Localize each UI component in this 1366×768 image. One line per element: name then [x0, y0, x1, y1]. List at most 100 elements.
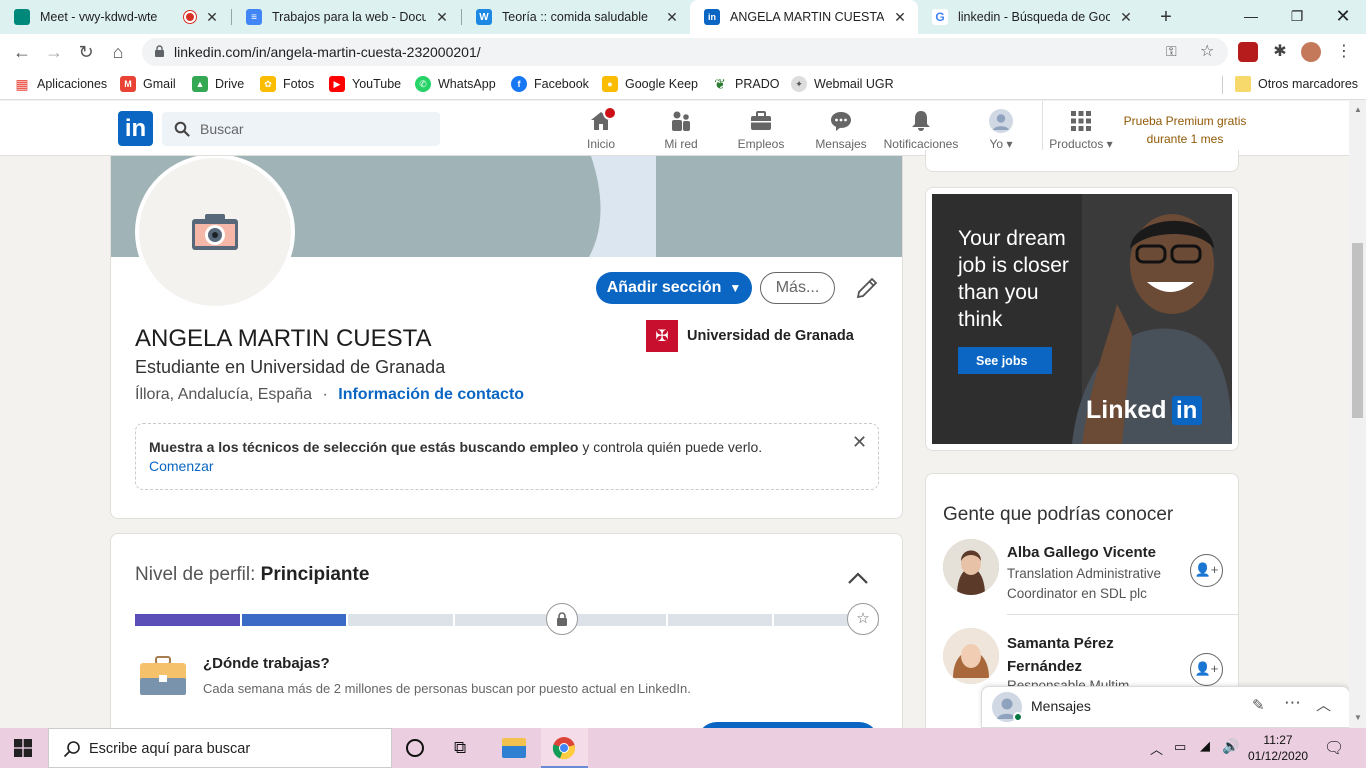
collapse-chevron-up-icon[interactable] — [845, 568, 871, 588]
key-icon[interactable]: ⚿ — [1166, 43, 1177, 60]
tab-teoria[interactable]: W Teoría :: comida saludable ✕ — [462, 0, 690, 34]
nav-mi-red[interactable]: Mi red — [641, 107, 721, 153]
bookmarks-bar: ▦ Aplicaciones M Gmail ▲ Drive ✿ Fotos ▶… — [0, 70, 1366, 100]
nav-notificaciones[interactable]: Notificaciones — [881, 107, 961, 153]
bookmark-gmail[interactable]: M Gmail — [120, 76, 176, 92]
edit-pencil-icon[interactable] — [855, 276, 879, 300]
linkedin-search[interactable] — [162, 112, 440, 146]
forward-arrow-icon[interactable]: → — [42, 40, 66, 64]
messaging-overlay[interactable]: Mensajes ✎ ⋯ ︿ — [981, 686, 1350, 728]
comenzar-link[interactable]: Comenzar — [149, 458, 214, 474]
strength-level: Principiante — [260, 564, 370, 585]
bookmark-whatsapp[interactable]: ✆ WhatsApp — [415, 76, 496, 92]
page-scrollbar[interactable]: ▲ ▼ — [1349, 101, 1366, 728]
strength-segment — [454, 614, 560, 626]
person-name[interactable]: Samanta Pérez Fernández — [1007, 632, 1114, 678]
nav-inicio[interactable]: Inicio — [561, 106, 641, 153]
nav-empleos[interactable]: Empleos — [721, 107, 801, 153]
new-tab-plus-icon[interactable]: + — [1154, 5, 1178, 29]
address-bar[interactable]: linkedin.com/in/angela-martin-cuesta-232… — [142, 38, 1228, 66]
scrollbar-thumb[interactable] — [1352, 243, 1363, 418]
file-explorer-icon[interactable] — [502, 738, 526, 758]
tab-meet[interactable]: Meet - vwy-kdwd-wte ✕ — [0, 0, 230, 34]
nav-productos[interactable]: Productos ▾ — [1041, 107, 1121, 153]
nav-mensajes[interactable]: Mensajes — [801, 107, 881, 153]
close-tab-icon[interactable]: ✕ — [664, 9, 680, 26]
bookmark-star-icon[interactable]: ☆ — [1200, 41, 1214, 61]
bookmark-drive[interactable]: ▲ Drive — [192, 76, 244, 92]
tray-chevron-up-icon[interactable]: ︿ — [1150, 739, 1163, 768]
network-icon — [669, 109, 693, 133]
bookmark-google-keep[interactable]: ● Google Keep — [602, 76, 698, 92]
search-input[interactable] — [200, 112, 430, 146]
education-name: Universidad de Granada — [687, 328, 854, 344]
search-icon — [174, 121, 190, 137]
avatar[interactable] — [943, 628, 999, 684]
linkedin-global-nav: in Inicio Mi red Empleos Mensajes — [0, 101, 1366, 156]
connect-person-button[interactable]: 👤+ — [1190, 554, 1223, 587]
close-tab-icon[interactable]: ✕ — [892, 9, 908, 26]
profile-photo[interactable] — [135, 156, 295, 310]
ugr-seal-icon: ✦ — [791, 76, 807, 92]
more-options-icon[interactable]: ⋯ — [1284, 693, 1301, 713]
taskbar-search[interactable]: Escribe aquí para buscar — [48, 728, 392, 768]
wifi-icon[interactable]: ◢ — [1200, 738, 1210, 768]
close-tab-icon[interactable]: ✕ — [434, 9, 450, 26]
ad-image[interactable]: Your dream job is closer than you think … — [932, 194, 1232, 444]
maximize-icon[interactable]: ❐ — [1274, 0, 1320, 34]
add-section-button[interactable]: Añadir sección ▼ — [596, 272, 752, 304]
tab-docs[interactable]: ≡ Trabajos para la web - Docume ✕ — [232, 0, 460, 34]
avatar-icon — [992, 692, 1023, 722]
chrome-taskbar-button[interactable] — [541, 728, 588, 768]
notifications-center-icon[interactable]: 🗨 — [1324, 738, 1344, 768]
windows-start-icon[interactable] — [14, 739, 32, 757]
right-top-card — [925, 150, 1239, 172]
bookmark-fotos[interactable]: ✿ Fotos — [260, 76, 314, 92]
bookmark-apps[interactable]: ▦ Aplicaciones — [14, 76, 107, 92]
education-entry[interactable]: ✠ Universidad de Granada — [646, 320, 854, 352]
bookmark-other-folder[interactable]: Otros marcadores — [1235, 76, 1358, 92]
dismiss-close-icon[interactable]: ✕ — [852, 432, 867, 453]
minimize-icon[interactable]: — — [1228, 0, 1274, 34]
nav-yo[interactable]: Yo ▾ — [961, 107, 1041, 153]
profile-location: Íllora, Andalucía, España — [135, 386, 313, 403]
bookmark-youtube[interactable]: ▶ YouTube — [329, 76, 401, 92]
person-name[interactable]: Alba Gallego Vicente — [1007, 544, 1156, 561]
bookmark-prado[interactable]: ❦ PRADO — [712, 76, 779, 92]
close-tab-icon[interactable]: ✕ — [204, 9, 220, 26]
tab-google-search[interactable]: G linkedin - Búsqueda de Google ✕ — [918, 0, 1144, 34]
connect-person-button[interactable]: 👤+ — [1190, 653, 1223, 686]
close-tab-icon[interactable]: ✕ — [1118, 9, 1134, 26]
strength-segment — [241, 614, 347, 626]
compose-message-icon[interactable]: ✎ — [1252, 696, 1265, 714]
contact-info-link[interactable]: Información de contacto — [338, 386, 524, 403]
pdf-extension-icon[interactable] — [1238, 42, 1258, 62]
back-arrow-icon[interactable]: ← — [10, 40, 34, 64]
avatar[interactable] — [943, 539, 999, 595]
reload-icon[interactable]: ↻ — [74, 40, 98, 64]
premium-trial-link[interactable]: Prueba Premium gratis durante 1 mes — [1118, 112, 1252, 148]
battery-icon[interactable]: ▭ — [1174, 739, 1186, 768]
volume-icon[interactable]: 🔊 — [1222, 738, 1239, 768]
expand-chevron-up-icon[interactable]: ︿ — [1316, 694, 1331, 715]
lock-milestone-icon — [546, 603, 578, 635]
notification-badge — [603, 106, 617, 120]
university-crest-icon: ✠ — [646, 320, 678, 352]
profile-avatar[interactable] — [1301, 42, 1321, 62]
youtube-icon: ▶ — [329, 76, 345, 92]
extensions-puzzle-icon[interactable]: ✱ — [1270, 42, 1290, 62]
tab-linkedin-active[interactable]: in ANGELA MARTIN CUESTA | Lin ✕ — [690, 0, 918, 34]
taskbar-clock[interactable]: 11:27 01/12/2020 — [1248, 732, 1308, 768]
person-headline: Translation Administrative Coordinator e… — [1007, 566, 1162, 601]
task-view-icon[interactable]: ⧉ — [454, 738, 466, 758]
more-button[interactable]: Más... — [760, 272, 835, 304]
home-icon[interactable]: ⌂ — [106, 40, 130, 64]
bookmark-facebook[interactable]: f Facebook — [511, 76, 589, 92]
linkedin-ad-card[interactable]: Your dream job is closer than you think … — [925, 187, 1239, 451]
chrome-menu-icon[interactable]: ⋮ — [1334, 42, 1354, 62]
bookmark-webmail-ugr[interactable]: ✦ Webmail UGR — [791, 76, 894, 92]
profile-name: ANGELA MARTIN CUESTA — [135, 325, 432, 352]
linkedin-logo[interactable]: in — [118, 111, 153, 146]
close-window-icon[interactable]: ✕ — [1320, 0, 1366, 34]
cortana-circle-icon[interactable] — [406, 739, 424, 757]
